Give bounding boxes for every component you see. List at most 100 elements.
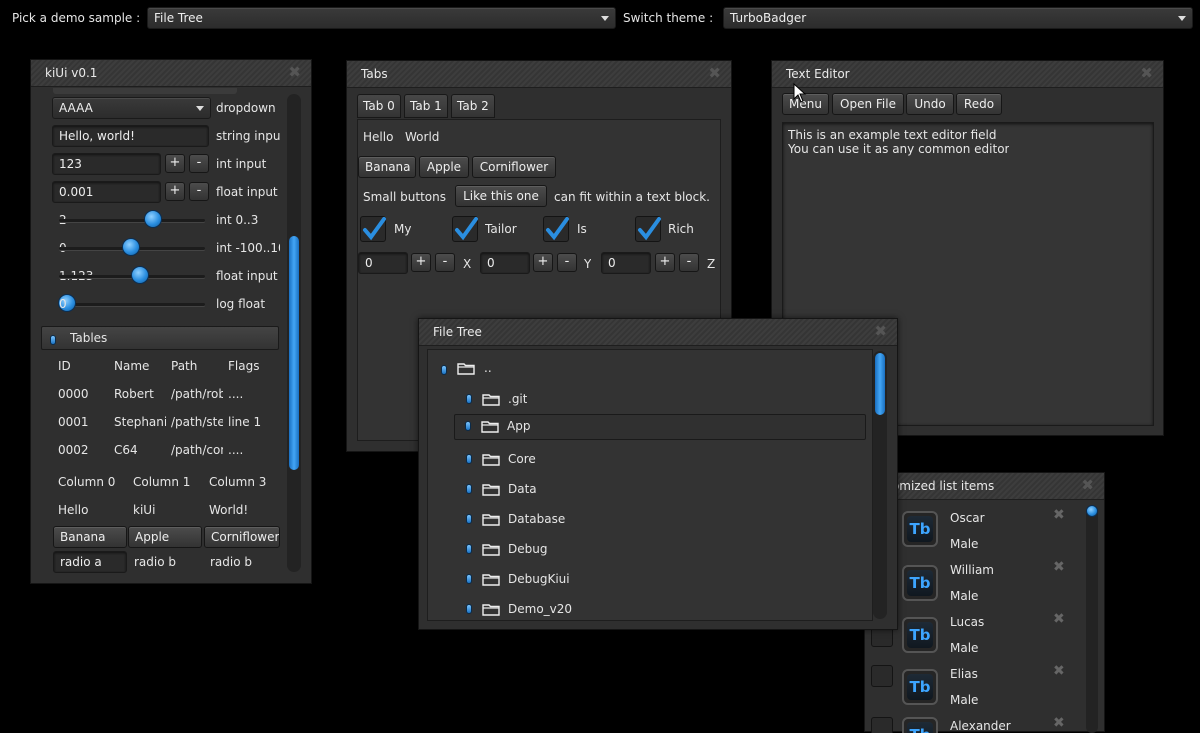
x-plus-button[interactable]: + — [411, 253, 431, 272]
list-item[interactable]: Tb Alexander ✖ — [865, 713, 1085, 733]
file-tree-header[interactable]: File Tree ✖ — [419, 319, 897, 346]
close-icon[interactable]: ✖ — [874, 322, 887, 340]
customized-list-header[interactable]: Customized list items ✖ — [865, 473, 1104, 500]
expand-toggle-icon[interactable] — [50, 335, 56, 345]
radio-a[interactable]: radio a — [53, 551, 127, 573]
tree-node-label: Core — [508, 452, 536, 466]
y-input[interactable]: 0 — [480, 252, 530, 274]
checkbox-tailor[interactable] — [452, 216, 478, 242]
close-icon[interactable]: ✖ — [288, 63, 301, 81]
like-this-one-button[interactable]: Like this one — [455, 185, 547, 207]
tabs-window-header[interactable]: Tabs ✖ — [347, 61, 731, 88]
tree-node[interactable]: Core — [428, 444, 868, 474]
close-icon[interactable]: ✖ — [1140, 64, 1153, 82]
int-plus-button[interactable]: + — [165, 154, 185, 173]
kiui-window-header[interactable]: kiUi v0.1 ✖ — [31, 60, 311, 87]
slider-track[interactable] — [59, 219, 205, 222]
list-item[interactable]: Tb William Male ✖ — [865, 557, 1085, 609]
close-icon[interactable]: ✖ — [1053, 611, 1065, 627]
checkbox-my[interactable] — [360, 216, 386, 242]
tree-node-root[interactable]: .. — [428, 352, 868, 382]
list-item[interactable]: Tb Oscar Male ✖ — [865, 505, 1085, 557]
y-minus-button[interactable]: - — [557, 253, 577, 272]
tree-node[interactable]: Data — [428, 474, 868, 504]
radio-c[interactable]: radio b — [210, 555, 252, 569]
slider-knob[interactable] — [144, 210, 162, 228]
folder-icon — [482, 544, 500, 556]
corniflower-button[interactable]: Corniflower — [472, 156, 556, 178]
string-input[interactable]: Hello, world! — [52, 125, 209, 147]
table-row[interactable]: 0002 C64 /path/computer .... — [31, 436, 291, 464]
tables-expander[interactable]: Tables — [41, 326, 279, 350]
close-icon[interactable]: ✖ — [708, 64, 721, 82]
person-gender: Male — [950, 693, 979, 707]
close-icon[interactable]: ✖ — [1053, 559, 1065, 575]
tab-2[interactable]: Tab 2 — [451, 94, 495, 118]
undo-button[interactable]: Undo — [906, 93, 954, 115]
apple-button[interactable]: Apple — [128, 526, 202, 548]
tree-node[interactable]: .git — [428, 384, 868, 414]
float-minus-button[interactable]: - — [189, 182, 209, 201]
tree-node[interactable]: Debug — [428, 534, 868, 564]
checkmark-icon — [363, 217, 386, 241]
list-item[interactable]: Tb Lucas Male ✖ — [865, 609, 1085, 661]
expand-toggle-icon[interactable] — [466, 484, 472, 494]
expand-toggle-icon[interactable] — [466, 514, 472, 524]
customized-list-scrollbar[interactable] — [1086, 505, 1098, 733]
float-input[interactable]: 0.001 — [52, 181, 161, 203]
slider-knob[interactable] — [122, 238, 140, 256]
checkbox-is[interactable] — [543, 216, 569, 242]
open-file-button[interactable]: Open File — [832, 93, 904, 115]
expand-toggle-icon[interactable] — [466, 544, 472, 554]
expand-toggle-icon[interactable] — [441, 365, 447, 375]
table-row[interactable]: 0000 Robert /path/robert .... — [31, 380, 291, 408]
corniflower-button[interactable]: Corniflower — [204, 526, 280, 548]
scrollbar-thumb[interactable] — [1086, 505, 1098, 517]
text-editor-header[interactable]: Text Editor ✖ — [772, 61, 1163, 88]
banana-button[interactable]: Banana — [358, 156, 416, 178]
close-icon[interactable]: ✖ — [1053, 507, 1065, 523]
int-minus-button[interactable]: - — [189, 154, 209, 173]
expand-toggle-icon[interactable] — [466, 574, 472, 584]
slider-track[interactable] — [59, 303, 205, 306]
list-checkbox[interactable] — [871, 717, 893, 733]
expand-toggle-icon[interactable] — [466, 454, 472, 464]
expand-toggle-icon[interactable] — [466, 604, 472, 614]
z-plus-button[interactable]: + — [655, 253, 675, 272]
close-icon[interactable]: ✖ — [1081, 476, 1094, 494]
tree-node[interactable]: Database — [428, 504, 868, 534]
x-input[interactable]: 0 — [358, 252, 408, 274]
radio-b[interactable]: radio b — [134, 555, 176, 569]
table-row[interactable]: 0001 Stephanie /path/stephanie line 1 — [31, 408, 291, 436]
z-input[interactable]: 0 — [601, 252, 651, 274]
close-icon[interactable]: ✖ — [1053, 663, 1065, 679]
checkbox-rich[interactable] — [635, 216, 661, 242]
x-minus-button[interactable]: - — [435, 253, 455, 272]
tree-node[interactable]: Demo_v20 — [428, 594, 868, 620]
redo-button[interactable]: Redo — [956, 93, 1002, 115]
expand-toggle-icon[interactable] — [466, 394, 472, 404]
theme-select[interactable]: TurboBadger — [723, 7, 1193, 29]
z-minus-button[interactable]: - — [679, 253, 699, 272]
table-row[interactable]: Hello kiUi World! — [31, 496, 291, 524]
tree-node-selected[interactable]: App — [454, 414, 866, 440]
scrollbar-thumb[interactable] — [289, 236, 299, 470]
float-plus-button[interactable]: + — [165, 182, 185, 201]
y-plus-button[interactable]: + — [533, 253, 553, 272]
demo-sample-select[interactable]: File Tree — [147, 7, 616, 29]
apple-button[interactable]: Apple — [419, 156, 469, 178]
tab-1[interactable]: Tab 1 — [404, 94, 448, 118]
file-tree-scrollbar[interactable] — [873, 351, 887, 619]
banana-button[interactable]: Banana — [53, 526, 127, 548]
scrollbar-thumb[interactable] — [875, 353, 885, 415]
list-item[interactable]: Tb Elias Male ✖ — [865, 661, 1085, 713]
tree-node[interactable]: DebugKiui — [428, 564, 868, 594]
int-input[interactable]: 123 — [52, 153, 161, 175]
slider-knob[interactable] — [131, 266, 149, 284]
tab-0[interactable]: Tab 0 — [357, 94, 401, 118]
list-checkbox[interactable] — [871, 665, 893, 687]
expand-toggle-icon[interactable] — [465, 421, 471, 431]
close-icon[interactable]: ✖ — [1053, 715, 1065, 731]
kiui-scrollbar[interactable] — [287, 94, 301, 572]
kiui-dropdown[interactable]: AAAA — [52, 97, 211, 119]
